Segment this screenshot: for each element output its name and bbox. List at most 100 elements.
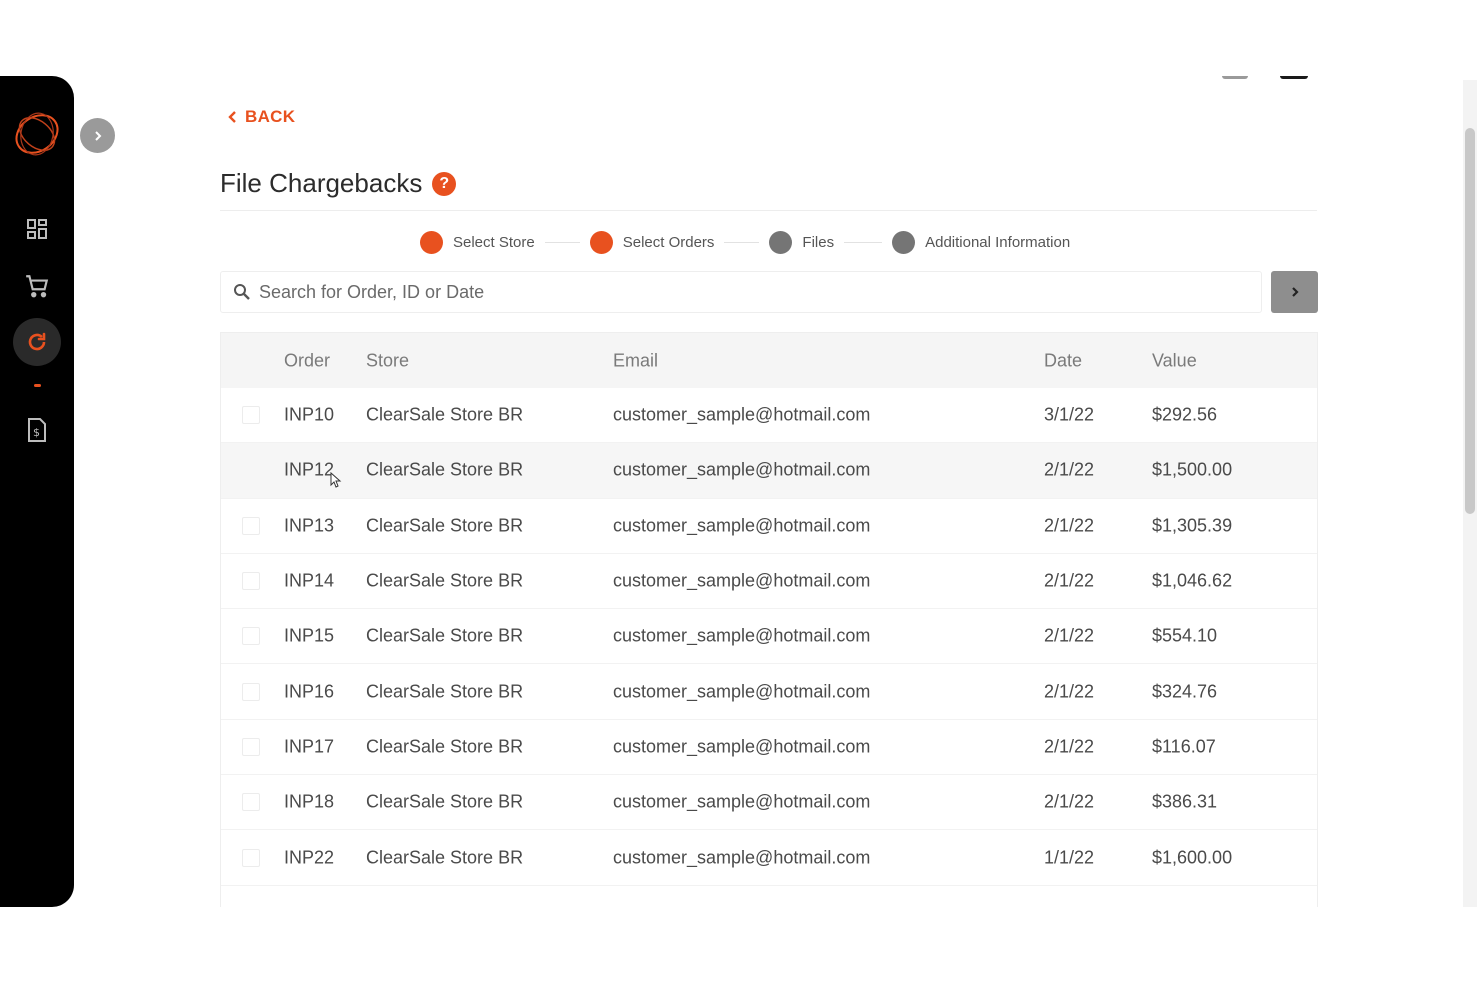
cell-store: ClearSale Store BR: [366, 791, 524, 812]
table-row[interactable]: INP17 ClearSale Store BR customer_sample…: [221, 720, 1317, 776]
row-checkbox[interactable]: [242, 737, 260, 756]
cell-store: ClearSale Store BR: [366, 515, 524, 536]
column-header-date[interactable]: Date: [1044, 350, 1082, 371]
step-label: Select Store: [453, 233, 535, 251]
step-label: Select Orders: [622, 233, 715, 251]
cell-store: ClearSale Store BR: [366, 570, 524, 591]
cell-email: customer_sample@hotmail.com: [613, 791, 871, 812]
scrollbar-thumb[interactable]: [1465, 128, 1475, 514]
row-checkbox[interactable]: [242, 572, 260, 591]
table-row[interactable]: INP12 ClearSale Store BR customer_sample…: [221, 443, 1317, 499]
search-icon: [234, 284, 250, 300]
search-input[interactable]: [259, 272, 1261, 312]
cell-date: 2/1/22: [1044, 681, 1095, 702]
cell-date: 2/1/22: [1044, 570, 1095, 591]
cell-value: $554.10: [1152, 625, 1218, 646]
step-label: Additional Information: [925, 233, 1071, 251]
orders-table: Order Store Email Date Value INP10 Clear…: [220, 332, 1318, 907]
mouse-cursor-icon: [330, 472, 342, 488]
back-label: BACK: [245, 107, 296, 126]
invoice-icon[interactable]: $: [21, 414, 53, 446]
cell-email: customer_sample@hotmail.com: [613, 570, 871, 591]
avatar[interactable]: [1222, 76, 1248, 79]
svg-text:$: $: [33, 426, 40, 439]
table-row[interactable]: INP13 ClearSale Store BR customer_sample…: [221, 499, 1317, 554]
cell-date: 2/1/22: [1044, 791, 1095, 812]
cell-email: customer_sample@hotmail.com: [613, 736, 871, 757]
row-checkbox[interactable]: [242, 682, 260, 701]
cell-value: $1,600.00: [1152, 847, 1233, 868]
app-window: $ BACK File Chargebacks ? Select Store S…: [0, 76, 1480, 907]
page-title: File Chargebacks: [220, 168, 423, 198]
progress-stepper: Select Store Select Orders Files Additio…: [420, 229, 1070, 255]
cell-store: ClearSale Store BR: [366, 625, 524, 646]
cell-order: INP12: [284, 459, 335, 480]
step-additional-information: Additional Information: [892, 230, 1071, 254]
table-header: Order Store Email Date Value: [221, 333, 1317, 388]
logo-icon[interactable]: [11, 108, 63, 160]
chevron-left-icon: [228, 111, 236, 123]
cell-date: 2/1/22: [1044, 625, 1095, 646]
step-connector: [724, 241, 760, 243]
step-dot: [420, 230, 443, 254]
column-header-value[interactable]: Value: [1152, 350, 1197, 371]
search-bar: [220, 271, 1262, 313]
help-icon[interactable]: ?: [432, 171, 457, 196]
cell-email: customer_sample@hotmail.com: [613, 625, 871, 646]
row-checkbox[interactable]: [242, 793, 260, 812]
cell-value: $292.56: [1152, 404, 1218, 425]
column-header-email[interactable]: Email: [613, 350, 658, 371]
sidebar: $: [0, 76, 74, 907]
cell-date: 3/1/22: [1044, 404, 1095, 425]
step-dot: [589, 230, 613, 254]
cell-email: customer_sample@hotmail.com: [613, 459, 871, 480]
cell-email: customer_sample@hotmail.com: [613, 847, 871, 868]
cell-email: customer_sample@hotmail.com: [613, 404, 871, 425]
row-checkbox[interactable]: [242, 848, 260, 867]
cell-value: $1,305.39: [1152, 515, 1233, 536]
cell-value: $386.31: [1152, 791, 1218, 812]
table-row[interactable]: INP10 ClearSale Store BR customer_sample…: [221, 388, 1317, 444]
cell-store: ClearSale Store BR: [366, 681, 524, 702]
step-select-store: Select Store: [420, 230, 535, 254]
avatar[interactable]: [1280, 76, 1308, 79]
table-row[interactable]: INP18 ClearSale Store BR customer_sample…: [221, 775, 1317, 831]
cell-email: customer_sample@hotmail.com: [613, 515, 871, 536]
table-row[interactable]: INP15 ClearSale Store BR customer_sample…: [221, 609, 1317, 665]
step-label: Files: [802, 233, 835, 251]
back-button[interactable]: BACK: [227, 107, 295, 127]
step-dot: [892, 230, 916, 254]
cell-date: 2/1/22: [1044, 736, 1095, 757]
table-row[interactable]: INP22 ClearSale Store BR customer_sample…: [221, 830, 1317, 886]
cell-store: ClearSale Store BR: [366, 404, 524, 425]
step-dot: [769, 230, 793, 254]
cell-value: $1,046.62: [1152, 570, 1233, 591]
active-indicator: [34, 384, 41, 387]
step-connector: [844, 241, 883, 243]
cell-order: INP14: [284, 570, 335, 591]
cell-order: INP22: [284, 847, 335, 868]
cell-order: INP17: [284, 736, 335, 757]
cell-value: $324.76: [1152, 681, 1218, 702]
row-checkbox[interactable]: [242, 516, 260, 535]
step-connector: [544, 241, 580, 243]
divider: [220, 210, 1317, 211]
table-row[interactable]: INP16 ClearSale Store BR customer_sample…: [221, 664, 1317, 720]
row-checkbox[interactable]: [242, 627, 260, 646]
column-header-order[interactable]: Order: [284, 350, 330, 371]
table-row[interactable]: INP14 ClearSale Store BR customer_sample…: [221, 554, 1317, 610]
cell-value: $1,500.00: [1152, 459, 1233, 480]
column-header-store[interactable]: Store: [366, 350, 409, 371]
refresh-icon[interactable]: [13, 318, 61, 366]
cell-order: INP10: [284, 404, 335, 425]
row-checkbox[interactable]: [242, 406, 260, 425]
cart-icon[interactable]: [21, 270, 53, 302]
expand-sidebar-button[interactable]: [80, 118, 115, 153]
cell-order: INP15: [284, 625, 335, 646]
cell-date: 1/1/22: [1044, 847, 1095, 868]
scrollbar[interactable]: [1463, 80, 1477, 907]
cell-value: $116.07: [1152, 736, 1216, 757]
search-submit-button[interactable]: [1271, 271, 1318, 313]
cell-email: customer_sample@hotmail.com: [613, 681, 871, 702]
dashboard-icon[interactable]: [21, 213, 53, 245]
